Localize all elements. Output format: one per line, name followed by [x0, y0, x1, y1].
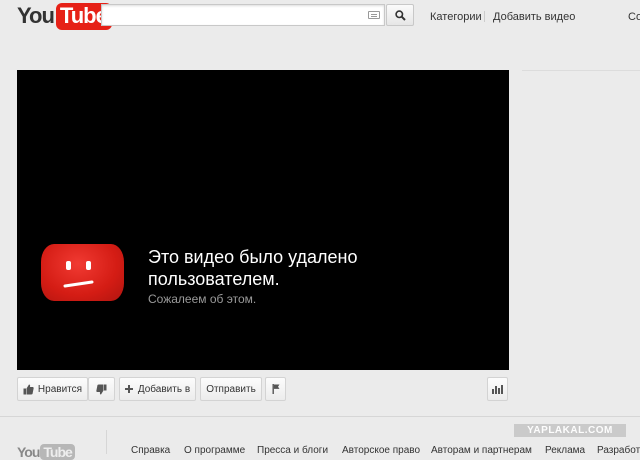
watermark: YAPLAKAL.COM: [514, 424, 626, 437]
add-video-link[interactable]: Добавить видео: [493, 11, 575, 23]
footer-link-advertising[interactable]: Реклама: [545, 445, 585, 456]
flag-icon: [272, 384, 279, 394]
sad-tv-icon: [41, 244, 124, 301]
search-input[interactable]: [106, 6, 360, 26]
header-separator: [484, 11, 485, 22]
footer-link-developers[interactable]: Разработ: [597, 445, 640, 456]
footer-logo[interactable]: You Tube: [17, 444, 75, 460]
footer-link-help[interactable]: Справка: [131, 445, 170, 456]
youtube-logo[interactable]: You Tube: [17, 2, 112, 30]
like-label: Нравится: [37, 383, 83, 395]
share-label: Отправить: [206, 383, 256, 395]
logo-you-text: You: [17, 3, 55, 28]
sidebar-divider: [522, 70, 640, 71]
share-button[interactable]: Отправить: [200, 377, 262, 401]
footer-link-about[interactable]: О программе: [184, 445, 245, 456]
keyboard-icon[interactable]: [368, 11, 380, 19]
removed-message-subtitle: Сожалеем об этом.: [148, 292, 257, 306]
footer-link-creators[interactable]: Авторам и партнерам: [431, 445, 532, 456]
thumbs-up-icon: [23, 384, 34, 394]
footer-link-press[interactable]: Пресса и блоги: [257, 445, 328, 456]
sign-in-link-cut[interactable]: Со: [628, 11, 640, 23]
thumbs-down-icon: [96, 384, 107, 394]
like-button[interactable]: Нравится: [17, 377, 88, 401]
plus-icon: [124, 385, 133, 393]
footer-separator: [106, 430, 107, 454]
search-icon: [394, 9, 406, 21]
add-to-label: Добавить в: [137, 383, 191, 395]
removed-message-title: Это видео было удалено пользователем.: [148, 247, 358, 289]
add-to-button[interactable]: Добавить в: [119, 377, 196, 401]
search-button[interactable]: [386, 4, 414, 26]
categories-link[interactable]: Категории: [430, 11, 482, 23]
footer-divider: [0, 416, 640, 417]
stats-icon: [492, 385, 503, 394]
video-player[interactable]: Это видео было удалено пользователем. Со…: [17, 70, 509, 370]
stats-button[interactable]: [487, 377, 508, 401]
flag-button[interactable]: [265, 377, 286, 401]
footer-link-copyright[interactable]: Авторское право: [342, 445, 420, 456]
dislike-button[interactable]: [88, 377, 115, 401]
search-box[interactable]: [101, 4, 385, 26]
